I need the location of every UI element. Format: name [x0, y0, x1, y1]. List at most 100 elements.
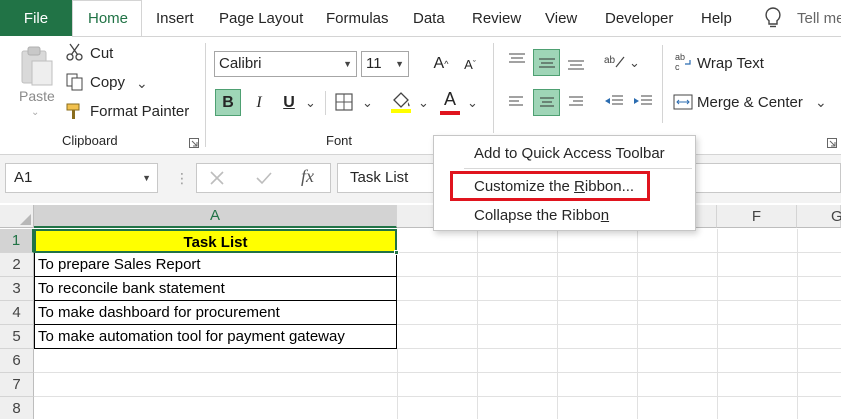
underline-dropdown-icon[interactable]: ⌄ — [305, 95, 316, 111]
tab-help[interactable]: Help — [701, 0, 732, 36]
tab-file[interactable]: File — [0, 0, 72, 36]
cancel-icon[interactable] — [209, 170, 225, 189]
tab-view[interactable]: View — [545, 0, 577, 36]
font-group-label: Font — [326, 133, 353, 148]
font-size-dropdown-icon: ▼ — [395, 59, 404, 69]
row-header-2[interactable]: 2 — [0, 253, 34, 277]
tab-home[interactable]: Home — [88, 0, 128, 36]
fill-color-icon[interactable] — [390, 90, 412, 117]
decrease-indent-icon[interactable] — [604, 94, 624, 113]
gridline — [397, 252, 841, 253]
column-header-f[interactable]: F — [717, 205, 797, 228]
name-box-value: A1 — [14, 169, 33, 186]
underline-button[interactable]: U — [279, 89, 299, 116]
lightbulb-icon[interactable] — [764, 7, 782, 32]
tab-formulas[interactable]: Formulas — [326, 0, 389, 36]
cell-a2[interactable]: To prepare Sales Report — [34, 253, 397, 277]
font-name-dropdown-icon: ▼ — [343, 59, 352, 69]
wrap-text-icon[interactable]: ab c — [675, 52, 693, 75]
align-bottom-icon[interactable] — [567, 57, 585, 74]
copy-dropdown-icon[interactable]: ⌄ — [136, 75, 148, 92]
font-color-dropdown-icon[interactable]: ⌄ — [467, 95, 478, 111]
cell-a5[interactable]: To make automation tool for payment gate… — [34, 325, 397, 349]
clipboard-group-label: Clipboard — [62, 133, 118, 148]
cut-button[interactable]: Cut — [90, 45, 113, 62]
tab-developer[interactable]: Developer — [605, 0, 673, 36]
font-name-select[interactable]: Calibri ▼ — [214, 51, 357, 77]
group-separator — [205, 43, 206, 147]
gridline — [34, 396, 841, 397]
column-header-g[interactable]: G — [797, 205, 841, 228]
cell-a1[interactable]: Task List — [34, 229, 397, 253]
name-box[interactable]: A1 ▼ — [5, 163, 158, 193]
merge-center-dropdown-icon[interactable]: ⌄ — [815, 94, 827, 111]
scissors-icon[interactable] — [66, 43, 84, 64]
row-header-4[interactable]: 4 — [0, 301, 34, 325]
row-header-6[interactable]: 6 — [0, 349, 34, 373]
row-header-5[interactable]: 5 — [0, 325, 34, 349]
tell-me-search[interactable]: Tell me — [797, 0, 841, 36]
align-left-icon[interactable] — [508, 95, 524, 112]
align-center-icon — [539, 97, 554, 106]
row-header-3[interactable]: 3 — [0, 277, 34, 301]
menu-item-collapse-ribbon[interactable]: Collapse the Ribbon — [474, 207, 609, 224]
font-color-swatch — [440, 111, 460, 115]
borders-dropdown-icon[interactable]: ⌄ — [362, 95, 373, 111]
copy-icon[interactable] — [66, 73, 84, 94]
row-header-1[interactable]: 1 — [0, 229, 34, 253]
copy-button[interactable]: Copy — [90, 74, 125, 91]
row-header-8[interactable]: 8 — [0, 397, 34, 419]
font-separator — [325, 91, 326, 115]
merge-center-button[interactable]: Merge & Center — [697, 94, 803, 111]
increase-font-size-button[interactable]: A ^ — [431, 52, 451, 76]
row-header-7[interactable]: 7 — [0, 373, 34, 397]
group-separator — [493, 43, 494, 133]
paste-label: Paste — [19, 88, 55, 104]
paste-dropdown-icon[interactable]: ⌄ — [31, 107, 39, 118]
font-size-select[interactable]: 11 ▼ — [361, 51, 409, 77]
decrease-font-size-button[interactable]: Aˇ — [460, 52, 480, 76]
enter-icon[interactable] — [255, 170, 273, 189]
svg-text:ab: ab — [604, 55, 616, 66]
increase-indent-icon[interactable] — [633, 94, 653, 113]
bold-button[interactable]: B — [215, 89, 241, 116]
merge-center-icon[interactable] — [673, 94, 693, 113]
cell-a4[interactable]: To make dashboard for procurement — [34, 301, 397, 325]
tab-data[interactable]: Data — [413, 0, 445, 36]
align-top-icon[interactable] — [508, 53, 526, 70]
borders-icon[interactable] — [335, 93, 353, 114]
fill-color-dropdown-icon[interactable]: ⌄ — [418, 95, 429, 111]
align-center-button[interactable] — [533, 89, 560, 116]
tab-insert[interactable]: Insert — [156, 0, 194, 36]
align-right-icon[interactable] — [568, 95, 584, 112]
cell-a3[interactable]: To reconcile bank statement — [34, 277, 397, 301]
insert-function-icon[interactable]: fx — [301, 166, 314, 187]
svg-text:c: c — [675, 62, 680, 72]
svg-text:ab: ab — [675, 52, 685, 62]
gridline — [397, 276, 841, 277]
clipboard-launcher-icon[interactable] — [189, 135, 199, 151]
tab-review[interactable]: Review — [472, 0, 521, 36]
menu-item-add-to-quick-access[interactable]: Add to Quick Access Toolbar — [474, 145, 665, 162]
paste-button[interactable] — [16, 45, 56, 92]
align-middle-button[interactable] — [533, 49, 560, 76]
customize-ribbon-highlight — [450, 171, 650, 201]
wrap-text-button[interactable]: Wrap Text — [697, 55, 764, 72]
italic-button[interactable]: I — [248, 89, 270, 116]
formula-buttons: fx — [196, 163, 331, 193]
orientation-dropdown-icon[interactable]: ⌄ — [629, 55, 640, 71]
font-name-value: Calibri — [219, 55, 262, 72]
format-painter-button[interactable]: Format Painter — [90, 103, 189, 120]
name-box-dropdown-icon[interactable]: ▼ — [142, 164, 151, 192]
orientation-icon[interactable]: ab — [604, 51, 626, 72]
tab-page-layout[interactable]: Page Layout — [219, 0, 303, 36]
font-color-button[interactable]: A — [440, 89, 460, 115]
select-all-corner[interactable] — [0, 205, 34, 228]
column-header-a[interactable]: A — [34, 205, 397, 228]
ribbon-home: Paste ⌄ Cut Copy ⌄ Format Painter Clipbo… — [0, 37, 841, 155]
alignment-launcher-icon[interactable] — [827, 135, 837, 151]
formula-bar-grip-icon: ⋮ — [175, 170, 189, 186]
ribbon-tab-bar: File Home Insert Page Layout Formulas Da… — [0, 0, 841, 37]
fill-handle[interactable] — [394, 250, 399, 255]
format-painter-icon[interactable] — [66, 102, 84, 123]
